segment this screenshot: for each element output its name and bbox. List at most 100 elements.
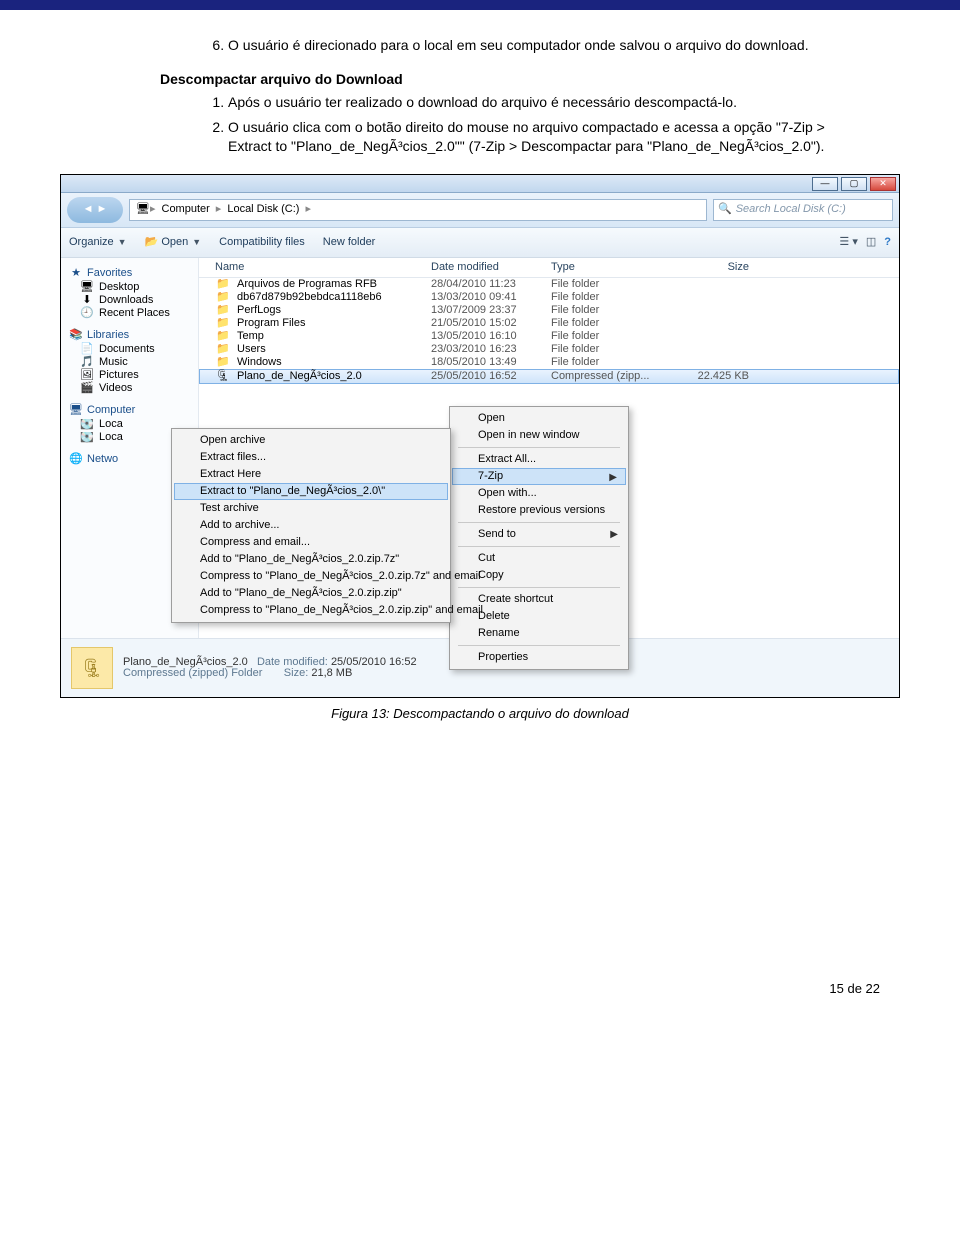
menu-separator [458,447,620,448]
star-icon: ★ [69,268,83,279]
menu-open[interactable]: Open [452,410,626,427]
window-minimize-button[interactable]: — [812,177,838,191]
file-row[interactable]: 📁Program Files21/05/2010 15:02File folde… [199,317,899,330]
menu-open-new-window[interactable]: Open in new window [452,427,626,444]
submenu-arrow-icon: ▶ [610,530,618,540]
sidebar-favorites-head[interactable]: ★Favorites [69,268,194,279]
recent-icon: 🕘 [79,308,95,319]
column-headers[interactable]: Name Date modified Type Size [199,258,899,278]
window-close-button[interactable]: ✕ [870,177,896,191]
toolbar-open[interactable]: 📂 Open▼ [145,237,202,248]
context-menu[interactable]: Open Open in new window Extract All... 7… [449,406,629,670]
menu-separator [458,522,620,523]
details-size-label: Size: [284,667,308,679]
search-input[interactable]: 🔍 Search Local Disk (C:) [713,199,893,221]
page-number: 15 de 22 [60,981,880,996]
libraries-icon: 📚 [69,330,83,341]
submenu-extract-to-folder[interactable]: Extract to "Plano_de_NegÃ³cios_2.0\" [174,483,448,500]
toolbar-compat[interactable]: Compatibility files [219,237,305,248]
crumb-computer[interactable]: Computer [156,204,216,215]
file-row[interactable]: 📁Windows18/05/2010 13:49File folder [199,356,899,369]
sevenzip-submenu[interactable]: Open archive Extract files... Extract He… [171,428,451,623]
sidebar-libraries-head[interactable]: 📚Libraries [69,330,194,341]
submenu-test-archive[interactable]: Test archive [174,500,448,517]
sidebar-item-pictures[interactable]: 🖼Pictures [69,369,194,382]
menu-extract-all[interactable]: Extract All... [452,451,626,468]
submenu-compress-zip-email[interactable]: Compress to "Plano_de_NegÃ³cios_2.0.zip.… [174,602,448,619]
sidebar-item-downloads[interactable]: ⬇Downloads [69,294,194,307]
file-row[interactable]: 📁Users23/03/2010 16:23File folder [199,343,899,356]
help-icon[interactable]: ? [884,237,891,248]
submenu-add-to-archive[interactable]: Add to archive... [174,517,448,534]
videos-icon: 🎬 [79,383,95,394]
toolbar-new-folder[interactable]: New folder [323,237,376,248]
sidebar-item-videos[interactable]: 🎬Videos [69,382,194,395]
submenu-arrow-icon: ▶ [609,473,617,483]
submenu-open-archive[interactable]: Open archive [174,432,448,449]
toolbar-organize[interactable]: Organize▼ [69,237,127,248]
disk-icon: 💽 [79,419,95,430]
menu-rename[interactable]: Rename [452,625,626,642]
folder-icon: 📁 [215,344,231,355]
submenu-extract-files[interactable]: Extract files... [174,449,448,466]
view-icon[interactable]: ☰ ▾ [839,237,857,248]
step-6-text: O usuário é direcionado para o local em … [228,36,860,55]
file-listing-panel: Name Date modified Type Size 📁Arquivos d… [199,258,899,638]
search-icon: 🔍 [718,204,732,215]
menu-open-with[interactable]: Open with... [452,485,626,502]
window-maximize-button[interactable]: ▢ [841,177,867,191]
folder-icon: 📁 [215,318,231,329]
file-row[interactable]: 📁Temp13/05/2010 16:10File folder [199,330,899,343]
folder-icon: 📁 [215,357,231,368]
crumb-disk[interactable]: Local Disk (C:) [221,204,305,215]
file-row[interactable]: 📁db67d879b92bebdca1118eb613/03/2010 09:4… [199,291,899,304]
open-folder-icon: 📂 [145,237,159,248]
page-top-accent [0,0,960,10]
network-icon: 🌐 [69,454,83,465]
col-name[interactable]: Name [215,262,431,273]
submenu-extract-here[interactable]: Extract Here [174,466,448,483]
menu-send-to[interactable]: Send to▶ [452,526,626,543]
submenu-add-to-7z[interactable]: Add to "Plano_de_NegÃ³cios_2.0.zip.7z" [174,551,448,568]
file-row[interactable]: 📁PerfLogs13/07/2009 23:37File folder [199,304,899,317]
breadcrumb[interactable]: 🖥 ▸ Computer ▸ Local Disk (C:) ▸ [129,199,707,221]
submenu-compress-and-email[interactable]: Compress and email... [174,534,448,551]
sidebar-item-music[interactable]: 🎵Music [69,356,194,369]
menu-separator [458,587,620,588]
file-row[interactable]: 📁Arquivos de Programas RFB28/04/2010 11:… [199,278,899,291]
menu-properties[interactable]: Properties [452,649,626,666]
download-icon: ⬇ [79,295,95,306]
sidebar-item-recent[interactable]: 🕘Recent Places [69,307,194,320]
folder-icon: 📁 [215,292,231,303]
sidebar-item-documents[interactable]: 📄Documents [69,343,194,356]
col-size[interactable]: Size [671,262,761,273]
menu-separator [458,645,620,646]
details-kind: Compressed (zipped) Folder [123,667,262,679]
window-titlebar: — ▢ ✕ [61,175,899,193]
details-size-value: 21,8 MB [311,667,352,679]
explorer-window: — ▢ ✕ ◄ ► 🖥 ▸ Computer ▸ Local Disk (C:)… [60,174,900,698]
explorer-toolbar: Organize▼ 📂 Open▼ Compatibility files Ne… [61,228,899,258]
submenu-compress-7z-email[interactable]: Compress to "Plano_de_NegÃ³cios_2.0.zip.… [174,568,448,585]
section-title: Descompactar arquivo do Download [160,71,900,87]
file-row-selected[interactable]: 🗜Plano_de_NegÃ³cios_2.025/05/2010 16:52C… [199,369,899,384]
preview-pane-icon[interactable]: ◫ [866,237,876,248]
step-2-text: O usuário clica com o botão direito do m… [228,118,860,156]
col-type[interactable]: Type [551,262,671,273]
sidebar-computer-head[interactable]: 🖥Computer [69,405,194,416]
submenu-add-to-zip[interactable]: Add to "Plano_de_NegÃ³cios_2.0.zip.zip" [174,585,448,602]
menu-cut[interactable]: Cut [452,550,626,567]
address-bar-row: ◄ ► 🖥 ▸ Computer ▸ Local Disk (C:) ▸ 🔍 S… [61,193,899,228]
music-icon: 🎵 [79,357,95,368]
col-date[interactable]: Date modified [431,262,551,273]
computer-icon: 🖥 [136,204,150,215]
nav-back-forward[interactable]: ◄ ► [67,197,123,223]
pictures-icon: 🖼 [79,370,95,381]
folder-icon: 📁 [215,305,231,316]
sidebar-item-desktop[interactable]: 🖥Desktop [69,281,194,294]
menu-restore-versions[interactable]: Restore previous versions [452,502,626,519]
menu-separator [458,546,620,547]
folder-icon: 📁 [215,279,231,290]
figure-caption: Figura 13: Descompactando o arquivo do d… [60,706,900,721]
menu-7zip[interactable]: 7-Zip▶ [452,468,626,485]
